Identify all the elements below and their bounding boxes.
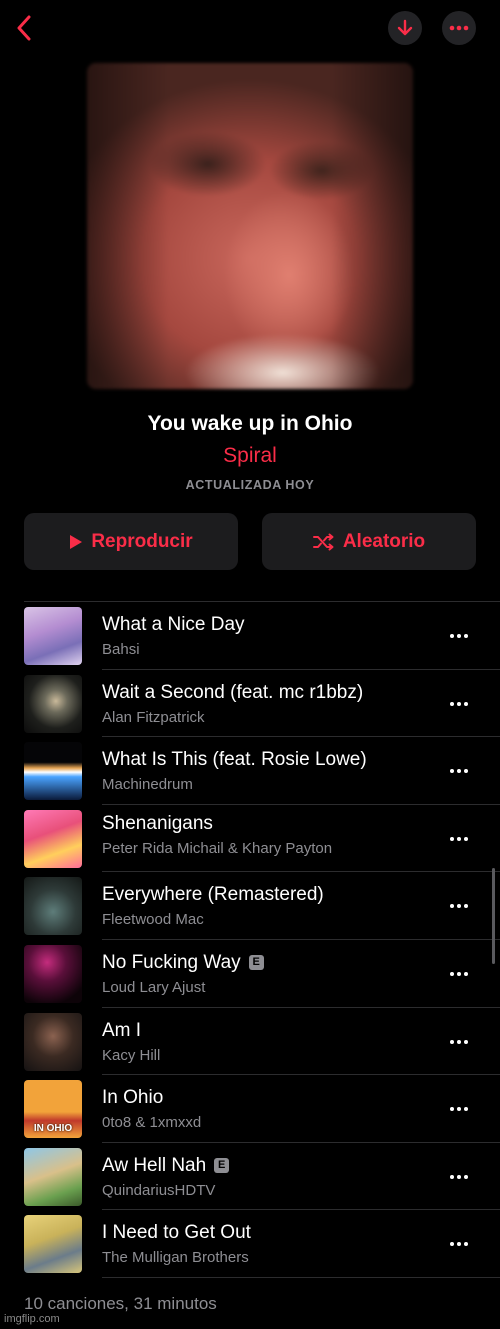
shuffle-icon xyxy=(312,533,334,550)
track-row[interactable]: Am I Kacy Hill xyxy=(0,1008,500,1076)
track-title: Aw Hell Nah E xyxy=(102,1155,230,1177)
track-artist: Fleetwood Mac xyxy=(102,911,204,929)
track-row[interactable]: What a Nice Day Bahsi xyxy=(0,602,500,670)
track-title: I Need to Get Out xyxy=(102,1222,251,1244)
track-title: No Fucking Way E xyxy=(102,952,264,974)
track-artist: 0to8 & 1xmxxd xyxy=(102,1114,202,1132)
playlist-title: You wake up in Ohio xyxy=(147,412,353,435)
track-more-button[interactable] xyxy=(446,1099,472,1119)
play-button[interactable]: Reproducir xyxy=(24,513,238,570)
top-bar xyxy=(0,0,500,60)
track-row[interactable]: Everywhere (Remastered) Fleetwood Mac xyxy=(0,872,500,940)
back-button[interactable] xyxy=(10,12,38,44)
track-more-button[interactable] xyxy=(446,964,472,984)
ellipsis-icon xyxy=(450,1107,468,1112)
shuffle-button[interactable]: Aleatorio xyxy=(262,513,476,570)
album-art xyxy=(24,1012,82,1071)
ellipsis-icon xyxy=(450,701,468,706)
track-row[interactable]: IN OHIO In Ohio 0to8 & 1xmxxd xyxy=(0,1075,500,1143)
track-more-button[interactable] xyxy=(446,1032,472,1052)
ellipsis-icon xyxy=(450,1039,468,1044)
ellipsis-icon xyxy=(450,634,468,638)
row-divider xyxy=(102,1276,500,1278)
track-title: What Is This (feat. Rosie Lowe) xyxy=(102,749,367,771)
track-artist: Loud Lary Ajust xyxy=(102,978,206,996)
playlist-summary: 10 canciones, 31 minutos xyxy=(24,1294,217,1313)
track-title: Wait a Second (feat. mc r1bbz) xyxy=(102,681,364,703)
track-more-button[interactable] xyxy=(446,626,472,646)
album-art xyxy=(24,944,82,1003)
album-art xyxy=(24,877,82,936)
track-row[interactable]: Wait a Second (feat. mc r1bbz) Alan Fitz… xyxy=(0,670,500,738)
track-more-button[interactable] xyxy=(446,829,472,849)
track-title: Am I xyxy=(102,1019,142,1041)
album-art xyxy=(24,1215,82,1274)
track-more-button[interactable] xyxy=(446,1167,472,1187)
track-artist: Kacy Hill xyxy=(102,1046,161,1064)
playlist-cover-art xyxy=(87,63,413,389)
playlist-updated-label: ACTUALIZADA HOY xyxy=(185,478,315,492)
watermark: imgflip.com xyxy=(4,1313,60,1325)
ellipsis-icon xyxy=(449,25,469,31)
chevron-left-icon xyxy=(17,15,31,41)
track-artist: The Mulligan Brothers xyxy=(102,1249,249,1267)
explicit-badge: E xyxy=(248,955,264,971)
track-artist: Peter Rida Michail & Khary Payton xyxy=(102,839,333,857)
play-icon xyxy=(70,534,83,549)
ellipsis-icon xyxy=(450,836,468,841)
shuffle-button-label: Aleatorio xyxy=(342,530,426,552)
ellipsis-icon xyxy=(450,971,468,976)
explicit-badge: E xyxy=(214,1158,230,1174)
track-title: Shenanigans xyxy=(102,812,213,834)
album-art xyxy=(24,742,82,801)
more-options-button[interactable] xyxy=(442,11,476,45)
album-art xyxy=(24,674,82,733)
track-title: In Ohio xyxy=(102,1087,164,1109)
track-more-button[interactable] xyxy=(446,896,472,916)
playlist-artist-link[interactable]: Spiral xyxy=(0,444,500,468)
cover-shade xyxy=(87,63,413,389)
ellipsis-icon xyxy=(450,904,468,909)
track-row[interactable]: Shenanigans Peter Rida Michail & Khary P… xyxy=(0,805,500,873)
download-button[interactable] xyxy=(388,11,422,45)
track-title: What a Nice Day xyxy=(102,614,245,635)
ellipsis-icon xyxy=(450,769,468,774)
track-more-button[interactable] xyxy=(446,1234,472,1254)
scrollbar-thumb[interactable] xyxy=(492,868,495,964)
track-row[interactable]: What Is This (feat. Rosie Lowe) Machined… xyxy=(0,737,500,805)
play-button-label: Reproducir xyxy=(91,530,193,552)
track-row[interactable]: I Need to Get Out The Mulligan Brothers xyxy=(0,1210,500,1278)
track-more-button[interactable] xyxy=(446,694,472,714)
track-list: What a Nice Day Bahsi Wait a Second (fea… xyxy=(0,602,500,1278)
track-artist: Machinedrum xyxy=(102,776,193,794)
track-artist: QuindariusHDTV xyxy=(102,1181,216,1199)
track-more-button[interactable] xyxy=(446,761,472,781)
album-art xyxy=(24,1147,82,1206)
track-row[interactable]: Aw Hell Nah E QuindariusHDTV xyxy=(0,1143,500,1211)
album-art-label: IN OHIO xyxy=(33,1123,73,1135)
track-title: Everywhere (Remastered) xyxy=(102,884,324,906)
arrow-down-icon xyxy=(397,19,413,36)
album-art: IN OHIO xyxy=(24,1080,82,1139)
album-art xyxy=(24,809,82,868)
album-art xyxy=(24,607,82,665)
ellipsis-icon xyxy=(450,1174,468,1179)
track-artist: Bahsi xyxy=(102,641,140,658)
track-row[interactable]: No Fucking Way E Loud Lary Ajust xyxy=(0,940,500,1008)
ellipsis-icon xyxy=(450,1242,468,1247)
track-artist: Alan Fitzpatrick xyxy=(102,708,205,726)
